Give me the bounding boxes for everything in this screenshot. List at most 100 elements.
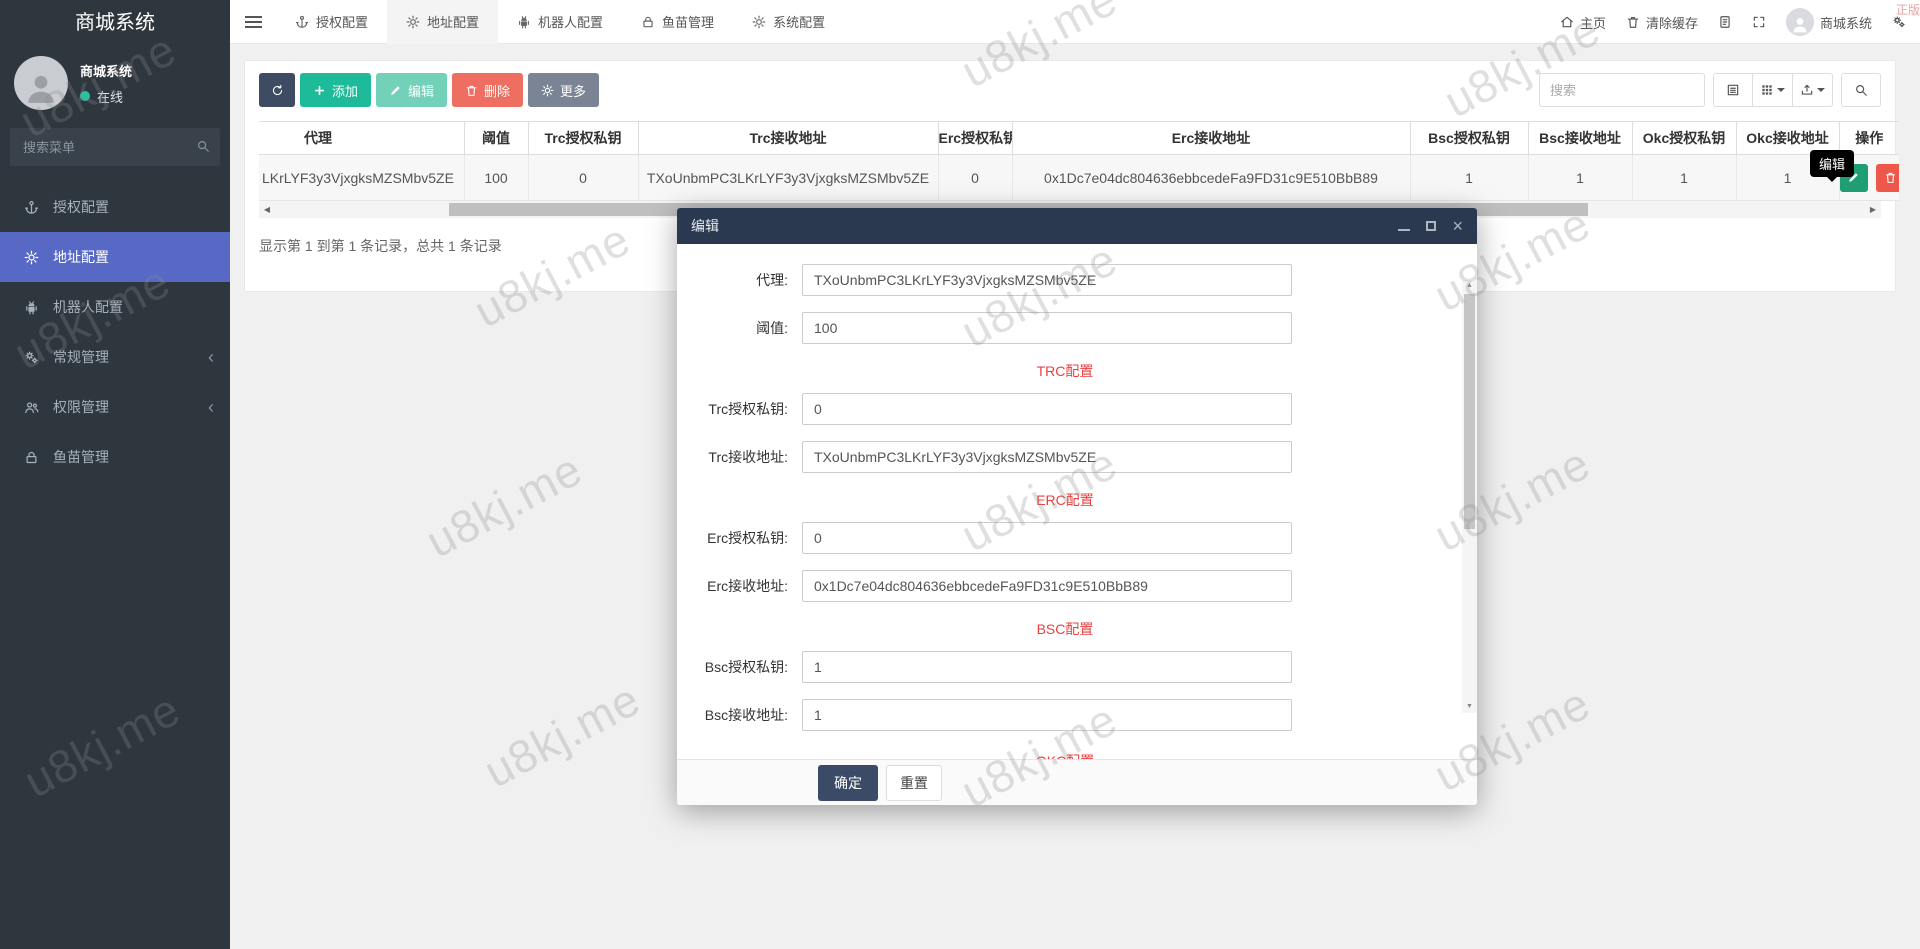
log-button[interactable] bbox=[1718, 15, 1732, 29]
lock-icon bbox=[643, 16, 653, 27]
user-menu[interactable]: 商城系统 bbox=[1785, 8, 1872, 36]
bsc-key-input[interactable] bbox=[802, 651, 1292, 683]
sidebar-item-label: 常规管理 bbox=[53, 349, 109, 365]
tab-robot-config[interactable]: 机器人配置 bbox=[498, 0, 622, 44]
sidebar-item-general-mgmt[interactable]: 常规管理 ‹ bbox=[0, 332, 230, 382]
dialog-scrollbar[interactable]: ▲ ▼ bbox=[1462, 280, 1477, 713]
trash-icon bbox=[1886, 172, 1895, 183]
sidebar-menu: 授权配置 地址配置 机器人配置 常规管理 ‹ 权限管理 ‹ 鱼苗管理 bbox=[0, 182, 230, 482]
columns-button[interactable] bbox=[1753, 73, 1793, 107]
row-delete-button[interactable] bbox=[1876, 163, 1899, 192]
search-button[interactable] bbox=[1841, 73, 1881, 107]
user-avatar[interactable] bbox=[14, 56, 68, 110]
navbar-avatar bbox=[1785, 8, 1814, 36]
caret-down-icon bbox=[1817, 88, 1825, 92]
scroll-up-arrow[interactable]: ▲ bbox=[1462, 280, 1477, 292]
scroll-right-arrow[interactable]: ▶ bbox=[1865, 201, 1881, 218]
chevron-left-icon: ‹ bbox=[208, 397, 214, 417]
bsc-address-input[interactable] bbox=[802, 699, 1292, 731]
sidebar-item-label: 鱼苗管理 bbox=[53, 449, 109, 465]
delete-button[interactable]: 删除 bbox=[452, 73, 524, 107]
app-title: 商城系统 bbox=[75, 12, 155, 34]
hamburger-menu-icon[interactable] bbox=[230, 0, 276, 44]
erc-address-input[interactable] bbox=[802, 570, 1292, 602]
reset-button[interactable]: 重置 bbox=[886, 764, 942, 801]
nav-tabs: 授权配置 地址配置 机器人配置 鱼苗管理 系统配置 bbox=[276, 0, 844, 44]
plus-icon bbox=[314, 85, 325, 95]
edit-label: 编辑 bbox=[408, 83, 435, 99]
add-button[interactable]: 添加 bbox=[300, 73, 372, 107]
sidebar-item-auth-config[interactable]: 授权配置 bbox=[0, 182, 230, 232]
android-icon bbox=[519, 15, 529, 28]
dialog-titlebar[interactable]: 编辑 × bbox=[677, 208, 1477, 244]
tab-auth-config[interactable]: 授权配置 bbox=[276, 0, 387, 44]
scroll-down-arrow[interactable]: ▼ bbox=[1462, 701, 1477, 713]
minimize-icon[interactable] bbox=[1398, 222, 1411, 231]
confirm-button[interactable]: 确定 bbox=[818, 764, 878, 801]
sidebar-item-label: 授权配置 bbox=[53, 199, 109, 215]
field-label-agent: 代理: bbox=[756, 272, 788, 288]
more-button[interactable]: 更多 bbox=[528, 73, 600, 107]
refresh-icon bbox=[272, 84, 282, 95]
home-icon bbox=[1561, 16, 1573, 28]
dialog-footer: 确定 重置 bbox=[677, 759, 1477, 805]
user-status: 在线 bbox=[97, 89, 124, 105]
col-header-erc-address[interactable]: Erc接收地址 bbox=[1011, 121, 1410, 155]
col-header-bsc-key[interactable]: Bsc授权私钥 bbox=[1409, 121, 1528, 155]
scroll-left-arrow[interactable]: ◀ bbox=[259, 201, 275, 218]
android-icon bbox=[26, 300, 37, 314]
cell-threshold: 100 bbox=[463, 154, 528, 201]
sidebar-item-label: 权限管理 bbox=[53, 399, 109, 415]
col-header-trc-address[interactable]: Trc接收地址 bbox=[637, 121, 938, 155]
fullscreen-button[interactable] bbox=[1752, 15, 1766, 29]
dialog-title: 编辑 bbox=[691, 218, 719, 234]
col-header-trc-key[interactable]: Trc授权私钥 bbox=[527, 121, 638, 155]
export-button[interactable] bbox=[1793, 73, 1833, 107]
maximize-icon[interactable] bbox=[1426, 221, 1437, 231]
sidebar-item-address-config[interactable]: 地址配置 bbox=[0, 232, 230, 282]
cell-erc-key: 0 bbox=[937, 154, 1012, 201]
pagination-toggle-button[interactable] bbox=[1713, 73, 1753, 107]
tab-label: 授权配置 bbox=[316, 15, 369, 30]
caret-down-icon bbox=[1777, 88, 1785, 92]
edit-button[interactable]: 编辑 bbox=[376, 73, 448, 107]
chevron-left-icon: ‹ bbox=[208, 347, 214, 367]
delete-label: 删除 bbox=[484, 83, 511, 99]
table-row[interactable]: LKrLYF3y3VjxgksMZSMbv5ZE 100 0 TXoUnbmPC… bbox=[259, 154, 1899, 201]
threshold-input[interactable] bbox=[802, 312, 1292, 344]
tab-address-config[interactable]: 地址配置 bbox=[387, 0, 499, 44]
sidebar-item-robot-config[interactable]: 机器人配置 bbox=[0, 282, 230, 332]
home-link[interactable]: 主页 bbox=[1560, 13, 1606, 32]
export-icon bbox=[1801, 84, 1813, 95]
field-label-bsc-key: Bsc授权私钥: bbox=[704, 659, 788, 675]
clear-cache-link[interactable]: 清除缓存 bbox=[1626, 13, 1698, 32]
col-header-erc-key[interactable]: Erc授权私钥 bbox=[937, 121, 1012, 155]
col-header-bsc-address[interactable]: Bsc接收地址 bbox=[1527, 121, 1632, 155]
refresh-button[interactable] bbox=[259, 73, 295, 107]
table-view-buttons bbox=[1713, 73, 1833, 107]
tab-system-config[interactable]: 系统配置 bbox=[733, 0, 844, 44]
col-header-agent[interactable]: 代理 bbox=[259, 121, 464, 155]
top-navbar: 授权配置 地址配置 机器人配置 鱼苗管理 系统配置 主页 清除缓存 商城系统 bbox=[230, 0, 1920, 44]
sidebar-item-permission-mgmt[interactable]: 权限管理 ‹ bbox=[0, 382, 230, 432]
menu-search-input[interactable] bbox=[10, 128, 220, 166]
scrollbar-thumb[interactable] bbox=[1464, 294, 1475, 529]
sidebar-item-fry-mgmt[interactable]: 鱼苗管理 bbox=[0, 432, 230, 482]
watermark: u8kj.me bbox=[417, 442, 591, 568]
col-header-threshold[interactable]: 阈值 bbox=[463, 121, 528, 155]
anchor-icon bbox=[295, 15, 309, 28]
close-icon[interactable]: × bbox=[1452, 217, 1463, 235]
col-header-okc-key[interactable]: Okc授权私钥 bbox=[1631, 121, 1736, 155]
navbar-right: 主页 清除缓存 商城系统 bbox=[1560, 0, 1906, 44]
tab-label: 鱼苗管理 bbox=[662, 15, 715, 30]
tab-fry-mgmt[interactable]: 鱼苗管理 bbox=[622, 0, 733, 44]
erc-key-input[interactable] bbox=[802, 522, 1292, 554]
table-search-input[interactable] bbox=[1539, 73, 1705, 107]
agent-input[interactable] bbox=[802, 264, 1292, 296]
search-icon bbox=[1856, 85, 1867, 96]
gear-icon bbox=[24, 250, 39, 264]
table-header-row: 代理 阈值 Trc授权私钥 Trc接收地址 Erc授权私钥 Erc接收地址 Bs… bbox=[259, 121, 1899, 155]
trc-key-input[interactable] bbox=[802, 393, 1292, 425]
search-icon[interactable] bbox=[196, 139, 210, 153]
trc-address-input[interactable] bbox=[802, 441, 1292, 473]
